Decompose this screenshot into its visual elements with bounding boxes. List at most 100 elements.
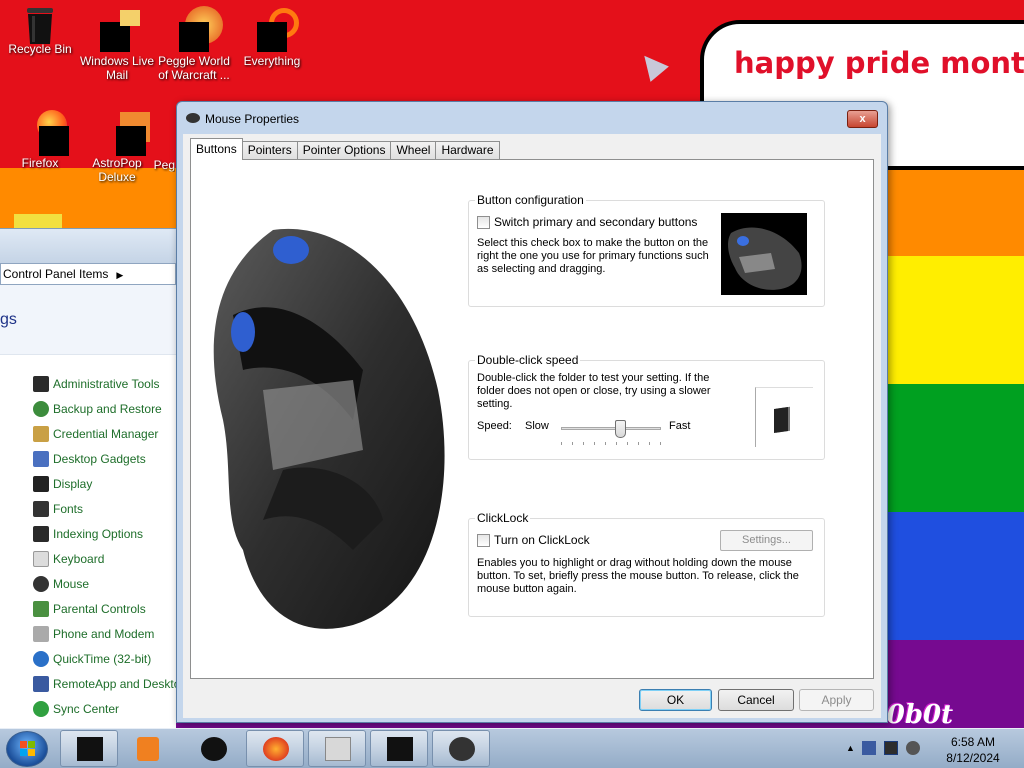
desktop-icon-recycle-bin[interactable]: Recycle Bin (0, 6, 80, 56)
cp-item-display[interactable]: Display (0, 471, 176, 496)
slider-ticks (561, 442, 661, 445)
clicklock-group: ClickLock Turn on ClickLock Settings... … (468, 511, 825, 617)
taskbar-program[interactable] (60, 730, 118, 767)
desktop-icon-peggle[interactable]: Peg (131, 110, 175, 172)
taskbar: ▲ 6:58 AM 8/12/2024 (0, 728, 1024, 768)
tab-strip: Buttons Pointers Pointer Options Wheel H… (190, 138, 500, 160)
cp-item-quicktime[interactable]: QuickTime (32-bit) (0, 646, 176, 671)
speed-slider-track[interactable] (561, 427, 661, 430)
keyboard-icon (33, 550, 49, 567)
mouse-illustration (213, 228, 445, 629)
clicklock-description: Enables you to highlight or drag without… (477, 557, 799, 595)
taskbar-media-player[interactable] (120, 730, 178, 767)
admin-tools-icon (33, 375, 49, 392)
taskbar-network[interactable] (184, 730, 242, 767)
dialog-titlebar[interactable]: Mouse Properties x (177, 102, 887, 134)
clock[interactable]: 6:58 AM 8/12/2024 (938, 734, 1008, 766)
cp-item-mouse[interactable]: Mouse (0, 571, 176, 596)
peggle-icon (136, 110, 170, 156)
speed-slider-thumb[interactable] (615, 420, 626, 438)
taskbar-mouse-properties[interactable] (432, 730, 490, 767)
taskbar-firefox[interactable] (246, 730, 304, 767)
cp-item-remoteapp[interactable]: RemoteApp and Desktop (0, 671, 176, 696)
media-player-icon (137, 737, 159, 761)
chevron-right-icon[interactable]: ▶ (116, 270, 123, 280)
button-configuration-title: Button configuration (475, 193, 586, 207)
test-folder[interactable] (755, 387, 813, 447)
dialog-title: Mouse Properties (205, 112, 300, 126)
desktop-icon-firefox[interactable]: Firefox (0, 110, 80, 170)
tab-buttons[interactable]: Buttons (190, 138, 243, 160)
slow-label: Slow (525, 420, 549, 432)
cp-item-sync-center[interactable]: Sync Center (0, 696, 176, 721)
address-bar[interactable]: Control Panel Items ▶ (0, 263, 176, 285)
close-button[interactable]: x (847, 110, 878, 128)
cp-item-keyboard[interactable]: Keyboard (0, 546, 176, 571)
clicklock-checkbox[interactable]: Turn on ClickLock (477, 533, 590, 547)
address-text: Control Panel Items (3, 267, 109, 281)
desktop-icon-everything[interactable]: Everything (232, 6, 312, 68)
control-panel-heading-band: gs (0, 285, 176, 355)
remoteapp-icon (33, 675, 49, 692)
mouse-app-icon (387, 737, 413, 761)
apply-button[interactable]: Apply (799, 689, 874, 711)
control-panel-toolbar (0, 229, 176, 263)
ok-button[interactable]: OK (639, 689, 712, 711)
start-button[interactable] (6, 731, 48, 767)
cancel-button[interactable]: Cancel (718, 689, 794, 711)
windows-logo-icon (20, 741, 35, 756)
system-tray: ▲ (846, 741, 920, 755)
clicklock-label: Turn on ClickLock (494, 533, 590, 547)
tab-pointer-options[interactable]: Pointer Options (296, 141, 392, 160)
desktop-icon-windows-live-mail[interactable]: Windows Live Mail (77, 6, 157, 82)
quicktime-icon (33, 650, 49, 667)
taskbar-mouse-app[interactable] (370, 730, 428, 767)
clock-date: 8/12/2024 (946, 751, 1000, 765)
display-icon (33, 475, 49, 492)
tab-wheel[interactable]: Wheel (390, 141, 437, 160)
volume-icon[interactable] (906, 741, 920, 755)
fast-label: Fast (669, 420, 691, 432)
switch-buttons-checkbox[interactable]: Switch primary and secondary buttons (477, 215, 697, 229)
monitor-icon[interactable] (884, 741, 898, 755)
cp-item-desktop-gadgets[interactable]: Desktop Gadgets (0, 446, 176, 471)
folder-icon (774, 407, 788, 433)
cp-item-credential-manager[interactable]: Credential Manager (0, 421, 176, 446)
program-icon (77, 737, 103, 761)
close-icon: x (859, 113, 866, 125)
cp-item-indexing-options[interactable]: Indexing Options (0, 521, 176, 546)
tab-hardware[interactable]: Hardware (435, 141, 500, 160)
double-click-speed-title: Double-click speed (475, 353, 581, 367)
cp-item-fonts[interactable]: Fonts (0, 496, 176, 521)
mouse-title-icon (186, 113, 200, 123)
double-click-description: Double-click the folder to test your set… (477, 372, 711, 410)
clicklock-title: ClickLock (475, 511, 531, 525)
mouse-thumbnail (721, 213, 807, 295)
mail-icon (100, 6, 140, 52)
cp-item-parental-controls[interactable]: Parental Controls (0, 596, 176, 621)
astropop-icon (100, 110, 150, 156)
cp-item-phone-modem[interactable]: Phone and Modem (0, 621, 176, 646)
backup-icon (33, 400, 49, 417)
desktop-icon-peggle-wow[interactable]: Peggle World of Warcraft ... (154, 6, 234, 82)
gadgets-icon (33, 450, 49, 467)
show-hidden-icons-icon[interactable]: ▲ (846, 741, 855, 755)
taskbar-file-manager[interactable] (308, 730, 366, 767)
peggle-icon (177, 6, 223, 52)
control-panel-heading: gs (0, 311, 17, 328)
cp-item-administrative-tools[interactable]: Administrative Tools (0, 371, 176, 396)
mouse-icon (33, 575, 49, 592)
speed-label: Speed: (477, 420, 512, 432)
checkbox-box[interactable] (477, 533, 490, 547)
double-click-speed-group: Double-click speed Double-click the fold… (468, 353, 825, 460)
bubble-text: happy pride month (734, 46, 1024, 80)
firefox-icon (263, 737, 289, 761)
mouse-properties-dialog: Mouse Properties x Buttons Pointers Poin… (176, 101, 888, 723)
fonts-icon (33, 500, 49, 517)
tab-pointers[interactable]: Pointers (241, 141, 298, 160)
tray-app-icon[interactable] (862, 741, 876, 755)
checkbox-box[interactable] (477, 215, 490, 229)
clicklock-settings-button[interactable]: Settings... (720, 530, 813, 551)
control-panel-list: Administrative Tools Backup and Restore … (0, 355, 176, 721)
cp-item-backup-restore[interactable]: Backup and Restore (0, 396, 176, 421)
